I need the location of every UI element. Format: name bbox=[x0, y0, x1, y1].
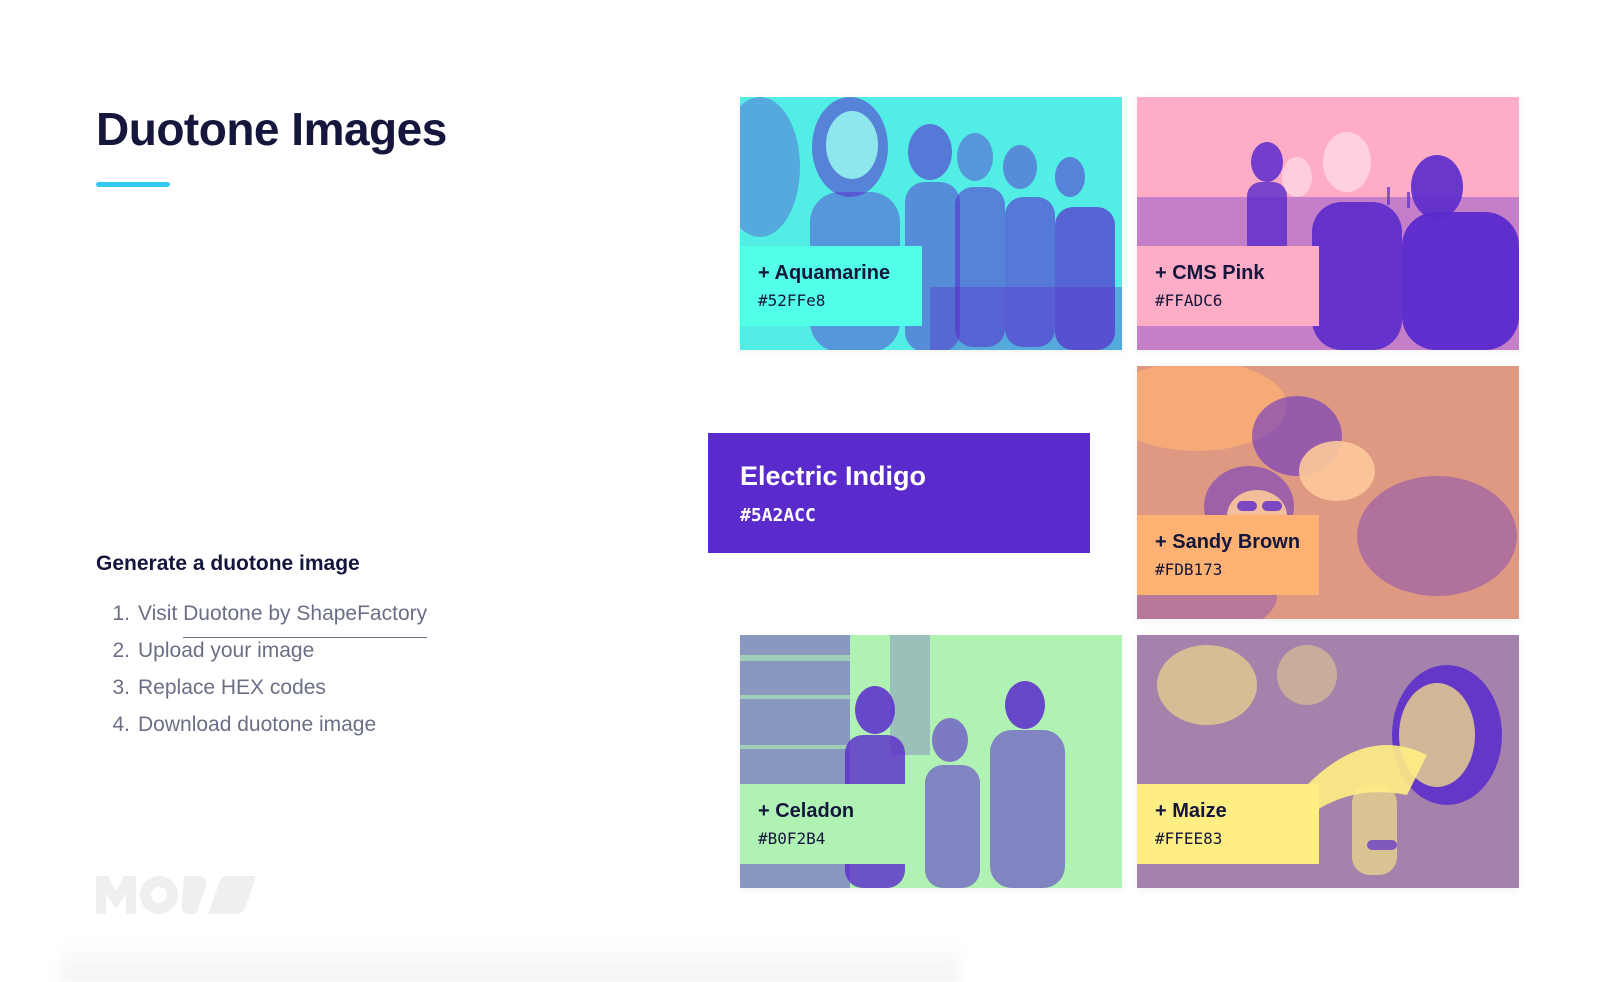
swatch-hex: #FDB173 bbox=[1155, 560, 1223, 579]
movv-logo-icon bbox=[96, 876, 256, 914]
page-title: Duotone Images bbox=[96, 103, 447, 155]
swatch-hex: #52FFe8 bbox=[758, 291, 826, 310]
step-text: Upload your image bbox=[138, 639, 315, 662]
swatch-hex: #B0F2B4 bbox=[758, 829, 826, 848]
step-prefix: Visit bbox=[138, 602, 184, 625]
swatch-label: + CMS Pink bbox=[1155, 262, 1265, 284]
swatch-tag: + Sandy Brown #FDB173 bbox=[1137, 515, 1319, 595]
swatch-hex: #FFEE83 bbox=[1155, 829, 1223, 848]
swatch-tag: + Aquamarine #52FFe8 bbox=[740, 246, 922, 326]
swatch-hex: #FFADC6 bbox=[1155, 291, 1223, 310]
step-number: 3. bbox=[112, 676, 130, 699]
step-text: Download duotone image bbox=[138, 713, 377, 736]
swatch-tag: + Celadon #B0F2B4 bbox=[740, 784, 922, 864]
base-color-card: Electric Indigo #5A2ACC bbox=[708, 433, 1090, 553]
swatch-label: + Aquamarine bbox=[758, 262, 891, 284]
swatch-tile-aquamarine: + Aquamarine #52FFe8 bbox=[740, 97, 1122, 350]
swatch-label: + Maize bbox=[1155, 800, 1227, 822]
title-underline bbox=[96, 182, 170, 187]
instructions-heading: Generate a duotone image bbox=[96, 552, 360, 575]
swatch-tag: + Maize #FFEE83 bbox=[1137, 784, 1319, 864]
step-number: 1. bbox=[112, 602, 130, 625]
step-text: Replace HEX codes bbox=[138, 676, 326, 699]
swatch-tile-sandy-brown: + Sandy Brown #FDB173 bbox=[1137, 366, 1519, 619]
duotone-shapefactory-link[interactable]: Duotone by ShapeFactory bbox=[183, 601, 428, 638]
swatch-tile-cms-pink: + CMS Pink #FFADC6 bbox=[1137, 97, 1519, 350]
swatch-tile-maize: + Maize #FFEE83 bbox=[1137, 635, 1519, 888]
swatch-label: + Celadon bbox=[758, 800, 855, 822]
swatch-tile-celadon: + Celadon #B0F2B4 bbox=[740, 635, 1122, 888]
step-item: 3. Replace HEX codes bbox=[96, 675, 427, 712]
step-item: 1. Visit Duotone by ShapeFactory bbox=[96, 601, 428, 638]
bottom-shadow bbox=[60, 940, 960, 982]
step-number: 2. bbox=[112, 639, 130, 662]
swatch-tag: + CMS Pink #FFADC6 bbox=[1137, 246, 1319, 326]
step-item: 4. Download duotone image bbox=[96, 712, 427, 749]
steps-list: 1. Visit Duotone by ShapeFactory 2. Uplo… bbox=[96, 601, 428, 749]
step-number: 4. bbox=[112, 713, 130, 736]
base-color-hex: #5A2ACC bbox=[740, 505, 816, 526]
swatch-label: + Sandy Brown bbox=[1155, 531, 1301, 553]
step-item: 2. Upload your image bbox=[96, 638, 427, 675]
base-color-name: Electric Indigo bbox=[740, 461, 927, 491]
